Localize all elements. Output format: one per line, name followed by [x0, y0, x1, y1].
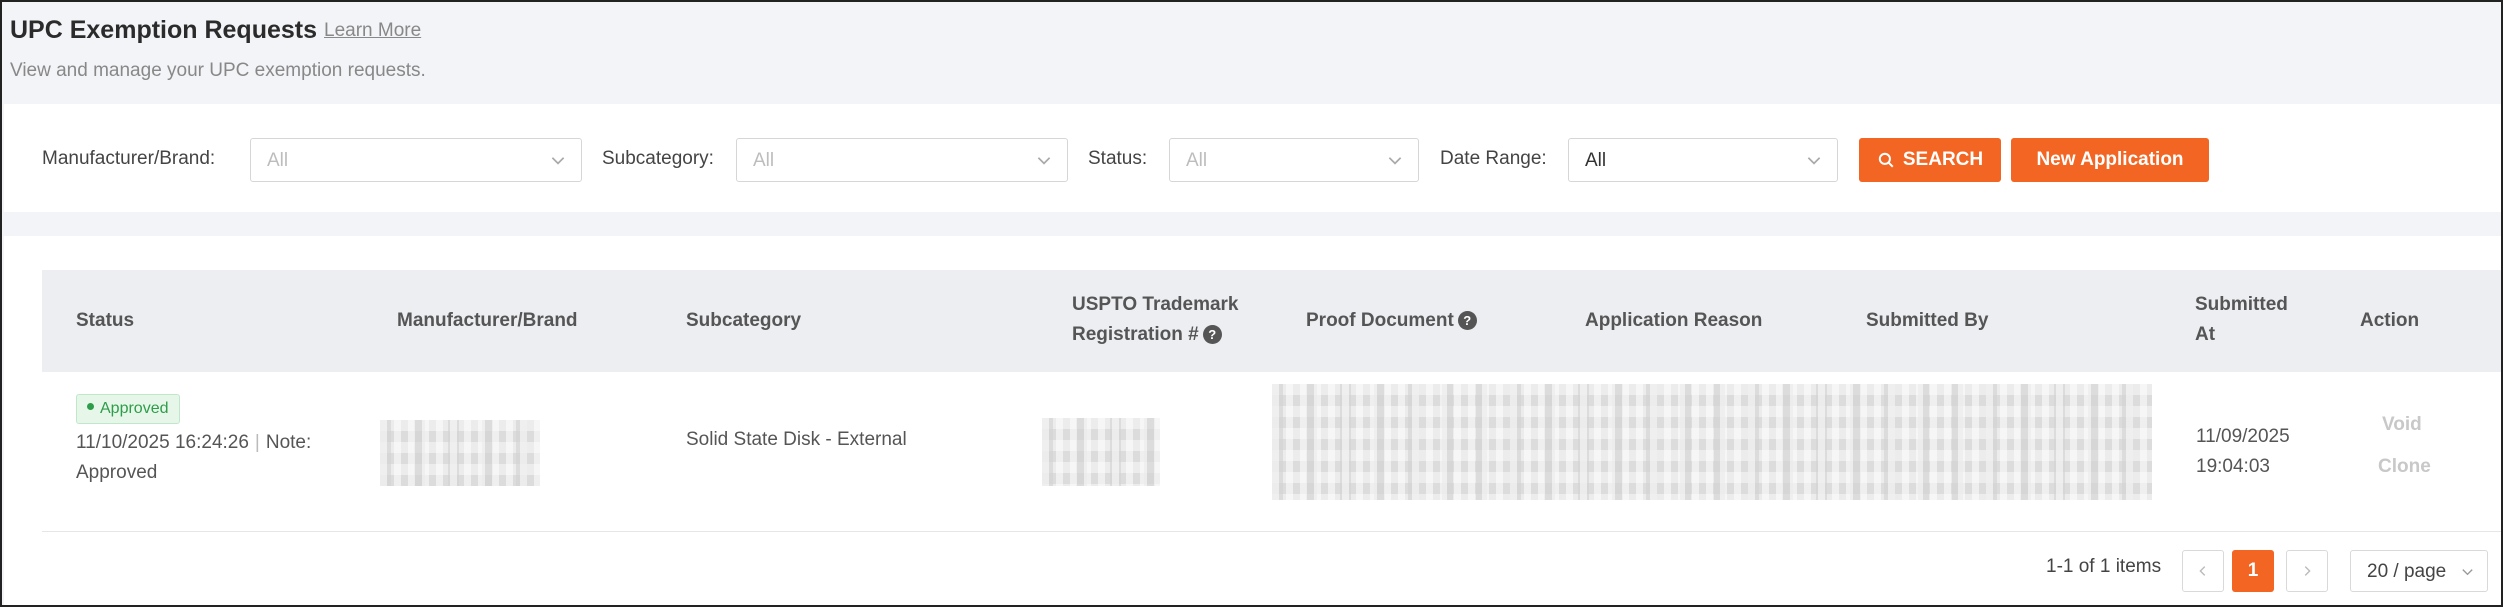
column-header-status: Status — [76, 310, 135, 331]
table-header: Status Manufacturer/Brand Subcategory US… — [42, 270, 2501, 372]
column-header-proof-document-text: Proof Document — [1306, 310, 1454, 331]
chevron-down-icon — [551, 157, 565, 165]
redacted-manufacturer — [380, 420, 540, 486]
chevron-down-icon — [1388, 157, 1402, 165]
table-row: Approved 11/10/2025 16:24:26 | Note: Appro… — [42, 372, 2501, 532]
filter-bar: Manufacturer/Brand: All Subcategory: All… — [4, 104, 2501, 212]
learn-more-link[interactable]: Learn More — [324, 20, 421, 42]
manufacturer-select[interactable]: All — [250, 138, 582, 182]
column-header-submitted-at-line2: At — [2195, 324, 2216, 345]
date-range-select[interactable]: All — [1568, 138, 1838, 182]
status-badge: Approved — [76, 394, 180, 424]
column-header-action: Action — [2360, 310, 2420, 331]
column-header-proof-document: Proof Document? — [1306, 306, 1477, 336]
page-subtitle: View and manage your UPC exemption reque… — [10, 60, 426, 81]
chevron-down-icon — [1037, 157, 1051, 165]
chevron-right-icon — [2304, 566, 2311, 576]
search-icon — [1878, 152, 1894, 168]
help-icon[interactable]: ? — [1202, 325, 1222, 345]
status-filter-label: Status: — [1088, 148, 1148, 169]
status-select-value: All — [1186, 150, 1208, 171]
search-button-label: SEARCH — [1902, 149, 1984, 170]
status-details: 11/10/2025 16:24:26 | Note: — [76, 428, 311, 458]
new-application-button-label: New Application — [2036, 149, 2184, 170]
column-header-submitted-at: Submitted At — [2195, 290, 2288, 350]
status-badge-label: Approved — [100, 400, 169, 417]
manufacturer-select-value: All — [267, 150, 289, 171]
subcategory-select-value: All — [753, 150, 775, 171]
status-dot-icon — [87, 403, 94, 411]
column-header-submitted-by: Submitted By — [1866, 310, 1989, 331]
submitted-date: 11/09/2025 — [2196, 426, 2290, 447]
subcategory-cell: Solid State Disk - External — [686, 429, 907, 450]
date-range-filter-label: Date Range: — [1440, 148, 1547, 169]
search-button[interactable]: SEARCH — [1859, 138, 2001, 182]
void-button[interactable]: Void — [2382, 414, 2422, 436]
help-icon[interactable]: ? — [1457, 311, 1477, 331]
column-header-uspto-line1: USPTO Trademark — [1072, 294, 1239, 315]
next-page-button[interactable] — [2286, 550, 2328, 592]
submitted-time: 19:04:03 — [2196, 456, 2270, 477]
subcategory-select[interactable]: All — [736, 138, 1068, 182]
page-header: UPC Exemption Requests Learn More View a… — [4, 4, 2501, 104]
page-size-value: 20 / page — [2367, 561, 2447, 582]
chevron-down-icon — [2462, 569, 2473, 576]
status-time: 11/10/2025 16:24:26 — [76, 432, 249, 453]
column-header-uspto-line2-text: Registration # — [1072, 324, 1199, 345]
separator: | — [254, 432, 260, 453]
app-frame: UPC Exemption Requests Learn More View a… — [0, 0, 2503, 607]
prev-page-button[interactable] — [2182, 550, 2224, 592]
chevron-down-icon — [1807, 157, 1821, 165]
clone-button[interactable]: Clone — [2378, 456, 2431, 478]
chevron-left-icon — [2199, 566, 2206, 576]
note-value: Approved — [76, 462, 158, 483]
redacted-trademark — [1042, 418, 1160, 486]
column-header-manufacturer: Manufacturer/Brand — [397, 310, 578, 331]
page-title: UPC Exemption Requests — [10, 16, 318, 44]
note-label: Note: — [265, 432, 312, 453]
column-header-application-reason: Application Reason — [1585, 310, 1763, 331]
pagination-total: 1-1 of 1 items — [2046, 556, 2162, 577]
column-header-subcategory: Subcategory — [686, 310, 802, 331]
date-range-select-value: All — [1585, 150, 1607, 171]
requests-table: Status Manufacturer/Brand Subcategory US… — [4, 236, 2501, 605]
column-header-uspto-line2: Registration #? — [1072, 320, 1239, 350]
redacted-proof-reason-submitter — [1272, 384, 2152, 500]
page-size-select[interactable]: 20 / page — [2350, 550, 2488, 592]
column-header-submitted-at-line1: Submitted — [2195, 294, 2288, 315]
status-select[interactable]: All — [1169, 138, 1419, 182]
subcategory-filter-label: Subcategory: — [602, 148, 714, 169]
new-application-button[interactable]: New Application — [2011, 138, 2209, 182]
section-divider — [4, 212, 2501, 236]
manufacturer-filter-label: Manufacturer/Brand: — [42, 148, 216, 169]
column-header-uspto: USPTO Trademark Registration #? — [1072, 290, 1239, 350]
page-number-button[interactable]: 1 — [2232, 550, 2274, 592]
